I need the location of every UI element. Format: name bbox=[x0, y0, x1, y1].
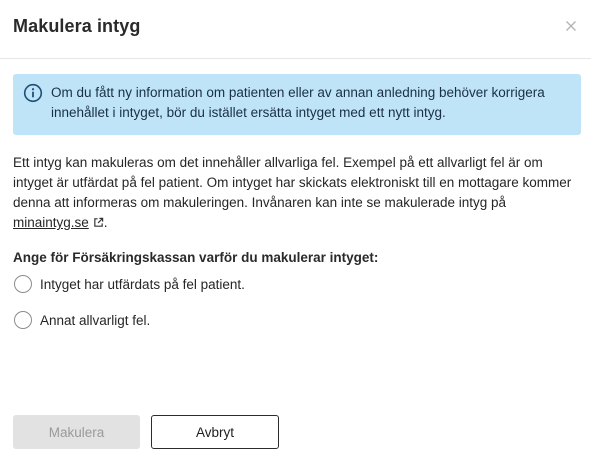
description-text: Ett intyg kan makuleras om det innehålle… bbox=[13, 153, 583, 233]
minaintyg-link[interactable]: minaintyg.se bbox=[13, 215, 89, 230]
radio-button[interactable] bbox=[14, 275, 32, 293]
makulera-button[interactable]: Makulera bbox=[13, 415, 140, 449]
radio-wrong-patient[interactable]: Intyget har utfärdats på fel patient. bbox=[14, 275, 245, 293]
radio-label: Annat allvarligt fel. bbox=[40, 312, 151, 328]
description-body: Ett intyg kan makuleras om det innehålle… bbox=[13, 155, 572, 210]
radio-label: Intyget har utfärdats på fel patient. bbox=[40, 276, 245, 292]
cancel-button[interactable]: Avbryt bbox=[151, 415, 279, 449]
dialog-header: Makulera intyg bbox=[0, 0, 591, 59]
info-text: Om du fått ny information om patienten e… bbox=[51, 85, 545, 120]
close-icon[interactable] bbox=[563, 18, 579, 34]
info-icon bbox=[23, 83, 43, 103]
reason-question: Ange för Försäkringskassan varför du mak… bbox=[13, 250, 379, 265]
info-alert: Om du fått ny information om patienten e… bbox=[13, 74, 581, 135]
description-period: . bbox=[103, 215, 108, 230]
makulera-dialog: Makulera intyg Om du fått ny information… bbox=[0, 0, 591, 460]
external-link-icon[interactable] bbox=[93, 217, 104, 228]
dialog-title: Makulera intyg bbox=[13, 16, 141, 36]
radio-other-error[interactable]: Annat allvarligt fel. bbox=[14, 311, 150, 329]
radio-button[interactable] bbox=[14, 311, 32, 329]
